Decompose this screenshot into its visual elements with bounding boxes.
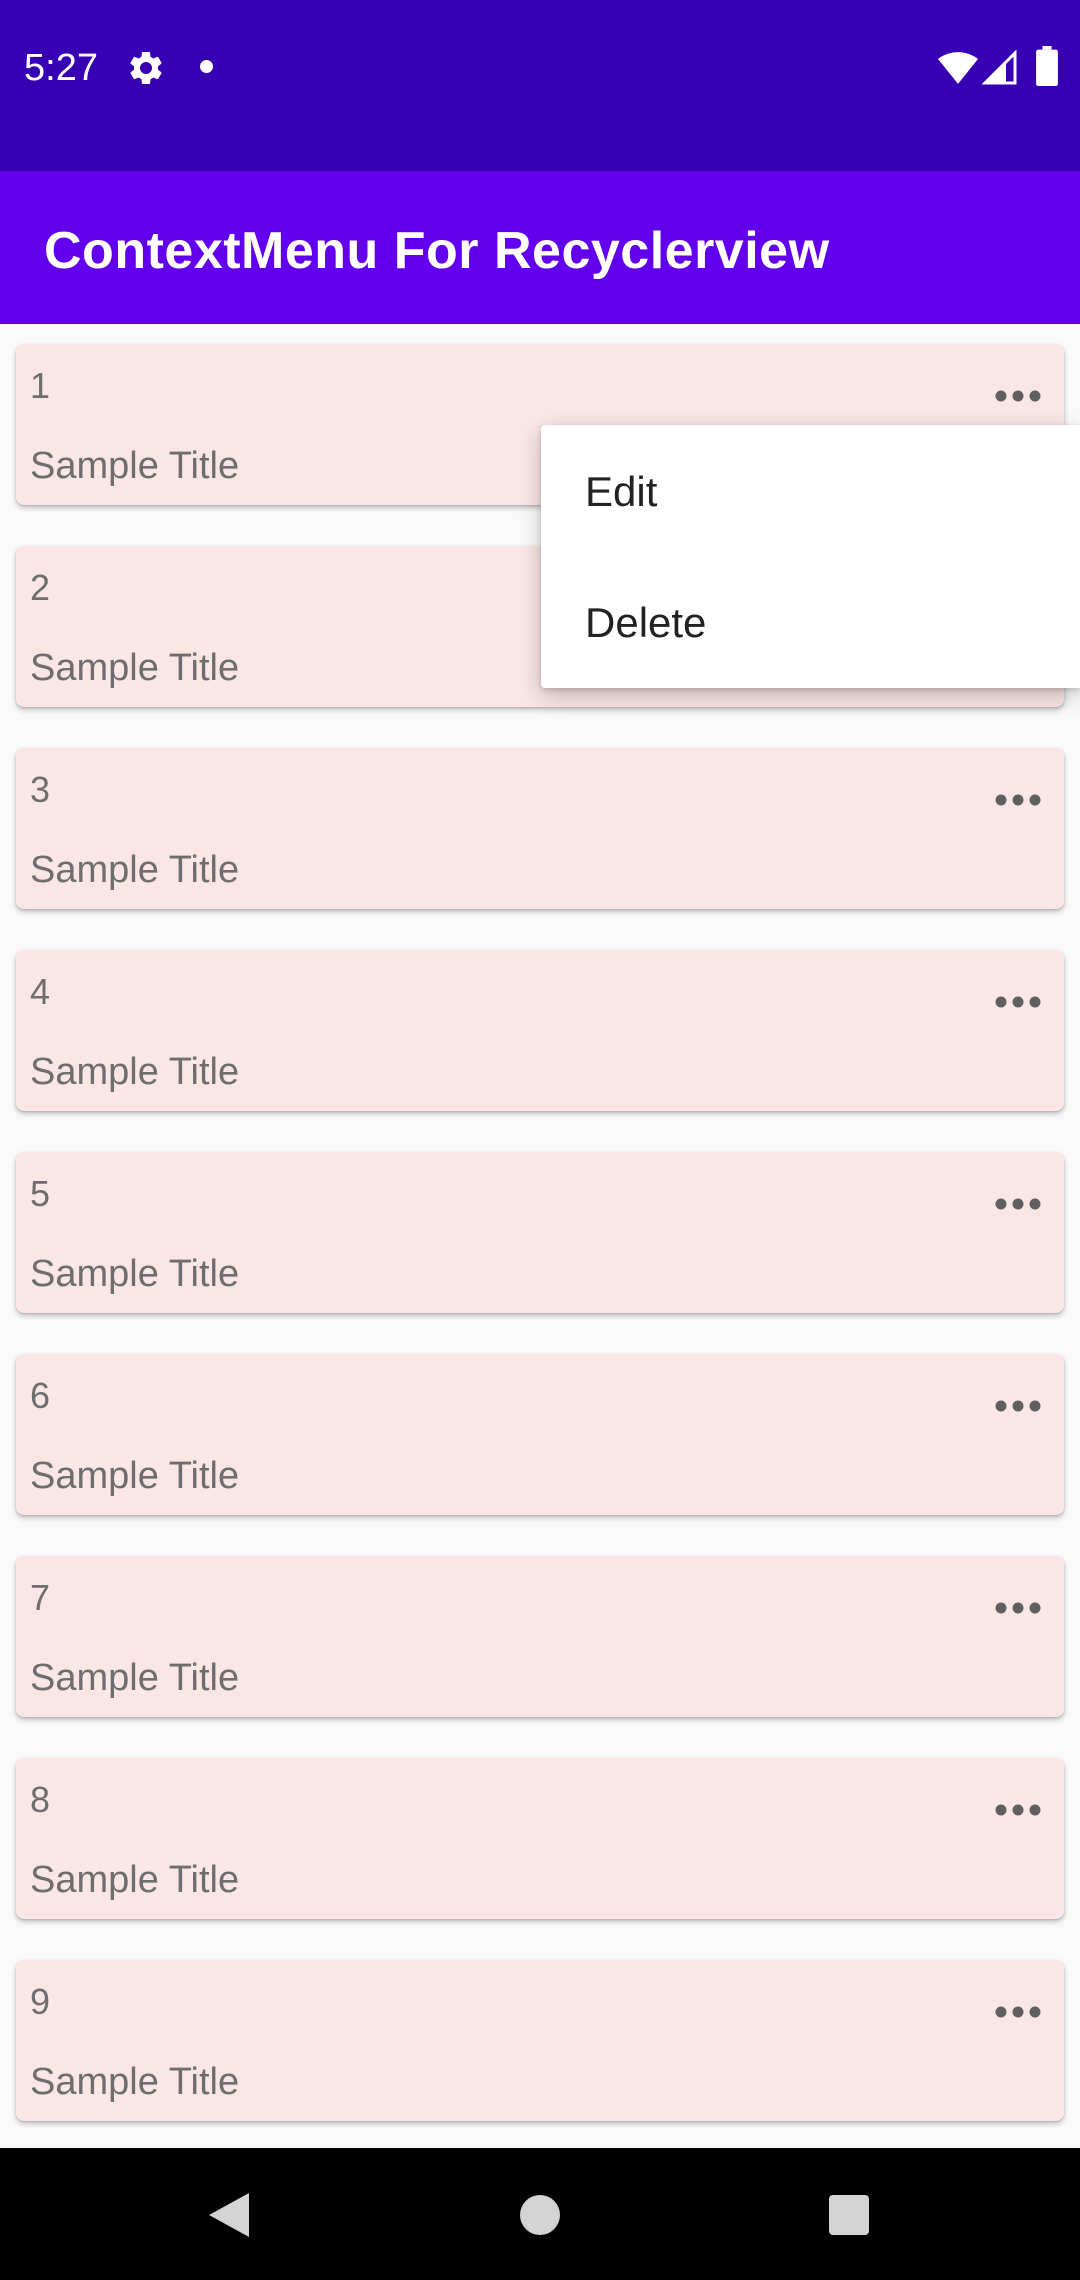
status-time: 5:27 bbox=[24, 47, 98, 89]
more-horiz-icon[interactable] bbox=[994, 1802, 1042, 1818]
menu-item-edit[interactable]: Edit bbox=[541, 425, 1080, 556]
item-number: 4 bbox=[30, 971, 51, 1012]
navigation-bar bbox=[0, 2148, 1080, 2280]
recents-icon[interactable] bbox=[829, 2195, 869, 2235]
notification-dot-icon bbox=[200, 60, 213, 73]
signal-icon bbox=[982, 50, 1017, 85]
item-number: 2 bbox=[30, 567, 51, 608]
menu-item-delete[interactable]: Delete bbox=[541, 556, 1080, 687]
home-icon[interactable] bbox=[520, 2195, 560, 2235]
status-bar: 5:27 bbox=[0, 0, 1080, 171]
gear-icon bbox=[130, 51, 162, 84]
list-item[interactable]: 4 Sample Title bbox=[16, 950, 1064, 1111]
item-number: 7 bbox=[30, 1577, 51, 1618]
more-horiz-icon[interactable] bbox=[994, 1398, 1042, 1414]
item-title: Sample Title bbox=[30, 1455, 240, 1497]
more-horiz-icon[interactable] bbox=[994, 994, 1042, 1010]
more-horiz-icon[interactable] bbox=[994, 792, 1042, 808]
item-title: Sample Title bbox=[30, 2061, 240, 2103]
more-horiz-icon[interactable] bbox=[994, 2004, 1042, 2020]
item-title: Sample Title bbox=[30, 647, 240, 689]
back-icon[interactable] bbox=[205, 2190, 251, 2240]
app-bar: ContextMenu For Recyclerview bbox=[0, 171, 1080, 324]
more-horiz-icon[interactable] bbox=[994, 1196, 1042, 1212]
item-number: 6 bbox=[30, 1375, 51, 1416]
item-number: 5 bbox=[30, 1173, 51, 1214]
more-horiz-icon[interactable] bbox=[994, 388, 1042, 404]
item-number: 3 bbox=[30, 769, 51, 810]
list-item[interactable]: 9 Sample Title bbox=[16, 1960, 1064, 2121]
battery-icon bbox=[1036, 46, 1058, 86]
list-item[interactable]: 7 Sample Title bbox=[16, 1556, 1064, 1717]
menu-item-label: Edit bbox=[585, 468, 658, 515]
more-horiz-icon[interactable] bbox=[994, 1600, 1042, 1616]
item-title: Sample Title bbox=[30, 445, 240, 487]
context-menu: Edit Delete bbox=[541, 425, 1080, 688]
item-number: 1 bbox=[30, 365, 51, 406]
wifi-icon bbox=[938, 52, 978, 84]
list-item[interactable]: 3 Sample Title bbox=[16, 748, 1064, 909]
item-title: Sample Title bbox=[30, 1051, 240, 1093]
list-item[interactable]: 5 Sample Title bbox=[16, 1152, 1064, 1313]
item-title: Sample Title bbox=[30, 1253, 240, 1295]
app-title: ContextMenu For Recyclerview bbox=[44, 222, 830, 280]
menu-item-label: Delete bbox=[585, 599, 707, 646]
list-item[interactable]: 8 Sample Title bbox=[16, 1758, 1064, 1919]
item-number: 9 bbox=[30, 1981, 51, 2022]
item-title: Sample Title bbox=[30, 849, 240, 891]
item-title: Sample Title bbox=[30, 1859, 240, 1901]
list-item[interactable]: 6 Sample Title bbox=[16, 1354, 1064, 1515]
item-title: Sample Title bbox=[30, 1657, 240, 1699]
item-number: 8 bbox=[30, 1779, 51, 1820]
